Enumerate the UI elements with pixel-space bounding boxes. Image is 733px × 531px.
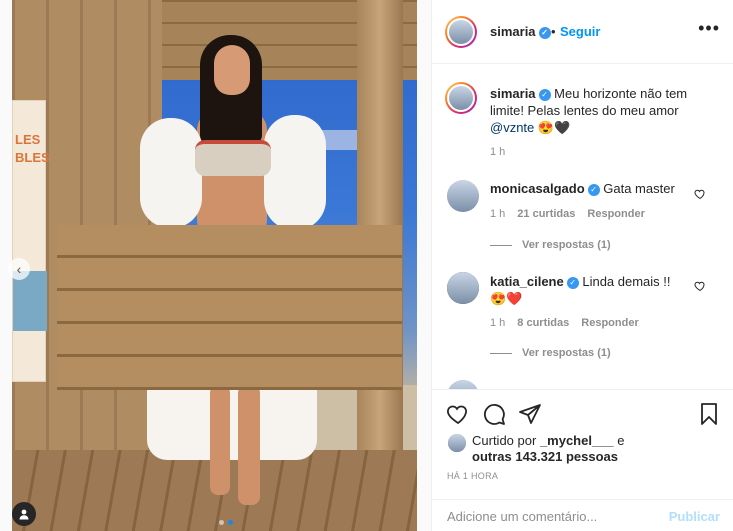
- author-username[interactable]: simaria ✓: [490, 24, 551, 39]
- comment-username[interactable]: katia_cilene: [490, 274, 564, 289]
- post-header: simaria ✓ • Seguir •••: [432, 0, 733, 64]
- comment-item: monicasalgado ✓ Gata master: [490, 180, 700, 197]
- carousel-dot: [219, 520, 224, 525]
- user-tags-icon[interactable]: [12, 502, 36, 526]
- view-replies-label[interactable]: Ver respostas (1): [522, 239, 611, 251]
- photo-bikini-top: [195, 140, 271, 176]
- replies-line: [490, 352, 512, 354]
- add-comment-bar: Adicione um comentário... Publicar: [432, 499, 733, 531]
- comment-bubble-icon[interactable]: [482, 402, 506, 426]
- comment-like-heart-icon[interactable]: [694, 188, 706, 200]
- likes-user[interactable]: _mychel___: [540, 433, 614, 448]
- caption-emojis: 😍🖤: [537, 120, 571, 135]
- likes-summary: Curtido por _mychel___ e outras 143.321 …: [472, 433, 672, 465]
- caption-time[interactable]: 1 h: [490, 146, 505, 158]
- share-paper-plane-icon[interactable]: [518, 402, 542, 426]
- post-photo[interactable]: LES BLES: [12, 0, 417, 531]
- comment-likes[interactable]: 8 curtidas: [517, 317, 569, 329]
- comment-avatar[interactable]: [447, 272, 479, 304]
- comment-username[interactable]: monicasalgado: [490, 181, 585, 196]
- comment-text: Gata master: [603, 181, 675, 196]
- post-timestamp[interactable]: HÁ 1 HORA: [447, 471, 498, 481]
- comment-meta: 1 h 8 curtidas Responder: [490, 317, 639, 329]
- view-replies-label[interactable]: Ver respostas (1): [522, 347, 611, 359]
- poster-text: LES BLES: [15, 132, 50, 165]
- photo-sleeve-left: [140, 118, 202, 228]
- comment-avatar[interactable]: [447, 380, 479, 389]
- comment-item: katia_cilene ✓ Linda demais !! 😍❤️: [490, 273, 700, 307]
- photo-leg-left: [210, 385, 230, 495]
- likes-connector: e: [617, 433, 625, 448]
- likes-others[interactable]: outras 143.321 pessoas: [472, 449, 618, 464]
- comment-time[interactable]: 1 h: [490, 208, 505, 220]
- comment-like-heart-icon[interactable]: [694, 280, 706, 292]
- verified-badge-icon: ✓: [538, 26, 551, 39]
- follow-button[interactable]: Seguir: [560, 24, 600, 39]
- comment-meta: 1 h 21 curtidas Responder: [490, 208, 645, 220]
- post-side-panel: simaria ✓ • Seguir ••• simaria ✓ Meu horiz…: [431, 0, 733, 531]
- carousel-dot-active: [228, 520, 233, 525]
- add-comment-input[interactable]: Adicione um comentário...: [447, 509, 597, 524]
- view-replies-button[interactable]: Ver respostas (1): [490, 239, 611, 251]
- comments-list[interactable]: simaria ✓ Meu horizonte não tem limite! P…: [432, 64, 733, 389]
- more-options-icon[interactable]: •••: [698, 19, 720, 37]
- replies-line: [490, 244, 512, 246]
- comment-text: Linda demais !!: [582, 274, 671, 289]
- photo-leg-right: [238, 385, 260, 505]
- caption-username[interactable]: simaria: [490, 86, 536, 101]
- photo-sleeve-right: [264, 115, 326, 230]
- post-actions: Curtido por _mychel___ e outras 143.321 …: [432, 389, 733, 499]
- comment-avatar[interactable]: [447, 180, 479, 212]
- caption-meta: 1 h: [490, 146, 505, 158]
- header-separator: •: [551, 24, 556, 39]
- caption-avatar[interactable]: [445, 82, 477, 114]
- comment-reply-button[interactable]: Responder: [587, 208, 644, 220]
- photo-person-face: [214, 45, 250, 95]
- previous-arrow-icon[interactable]: ‹: [8, 258, 30, 280]
- carousel-dots: [219, 520, 233, 525]
- comment-reply-button[interactable]: Responder: [581, 317, 638, 329]
- author-avatar[interactable]: [445, 16, 477, 48]
- comment-time[interactable]: 1 h: [490, 317, 505, 329]
- comment-likes[interactable]: 21 curtidas: [517, 208, 575, 220]
- save-bookmark-icon[interactable]: [697, 402, 721, 426]
- comment-emojis: 😍❤️: [490, 291, 523, 306]
- verified-badge-icon: ✓: [538, 88, 551, 101]
- likes-prefix: Curtido por: [472, 433, 537, 448]
- photo-poster: LES BLES: [12, 100, 50, 382]
- instagram-post-modal: LES BLES ‹ simaria ✓ • Seguir ••• simari…: [0, 0, 733, 531]
- caption: simaria ✓ Meu horizonte não tem limite! P…: [490, 85, 710, 136]
- liker-avatar[interactable]: [448, 434, 466, 452]
- author-username-text[interactable]: simaria: [490, 24, 536, 39]
- photo-skirt: [147, 385, 317, 460]
- poster-image: [13, 271, 47, 331]
- caption-mention[interactable]: @vznte: [490, 120, 534, 135]
- photo-wood-board: [57, 225, 402, 390]
- view-replies-button[interactable]: Ver respostas (1): [490, 347, 611, 359]
- like-heart-icon[interactable]: [446, 402, 470, 426]
- verified-badge-icon: ✓: [566, 276, 579, 289]
- verified-badge-icon: ✓: [587, 183, 600, 196]
- publish-button[interactable]: Publicar: [669, 509, 720, 524]
